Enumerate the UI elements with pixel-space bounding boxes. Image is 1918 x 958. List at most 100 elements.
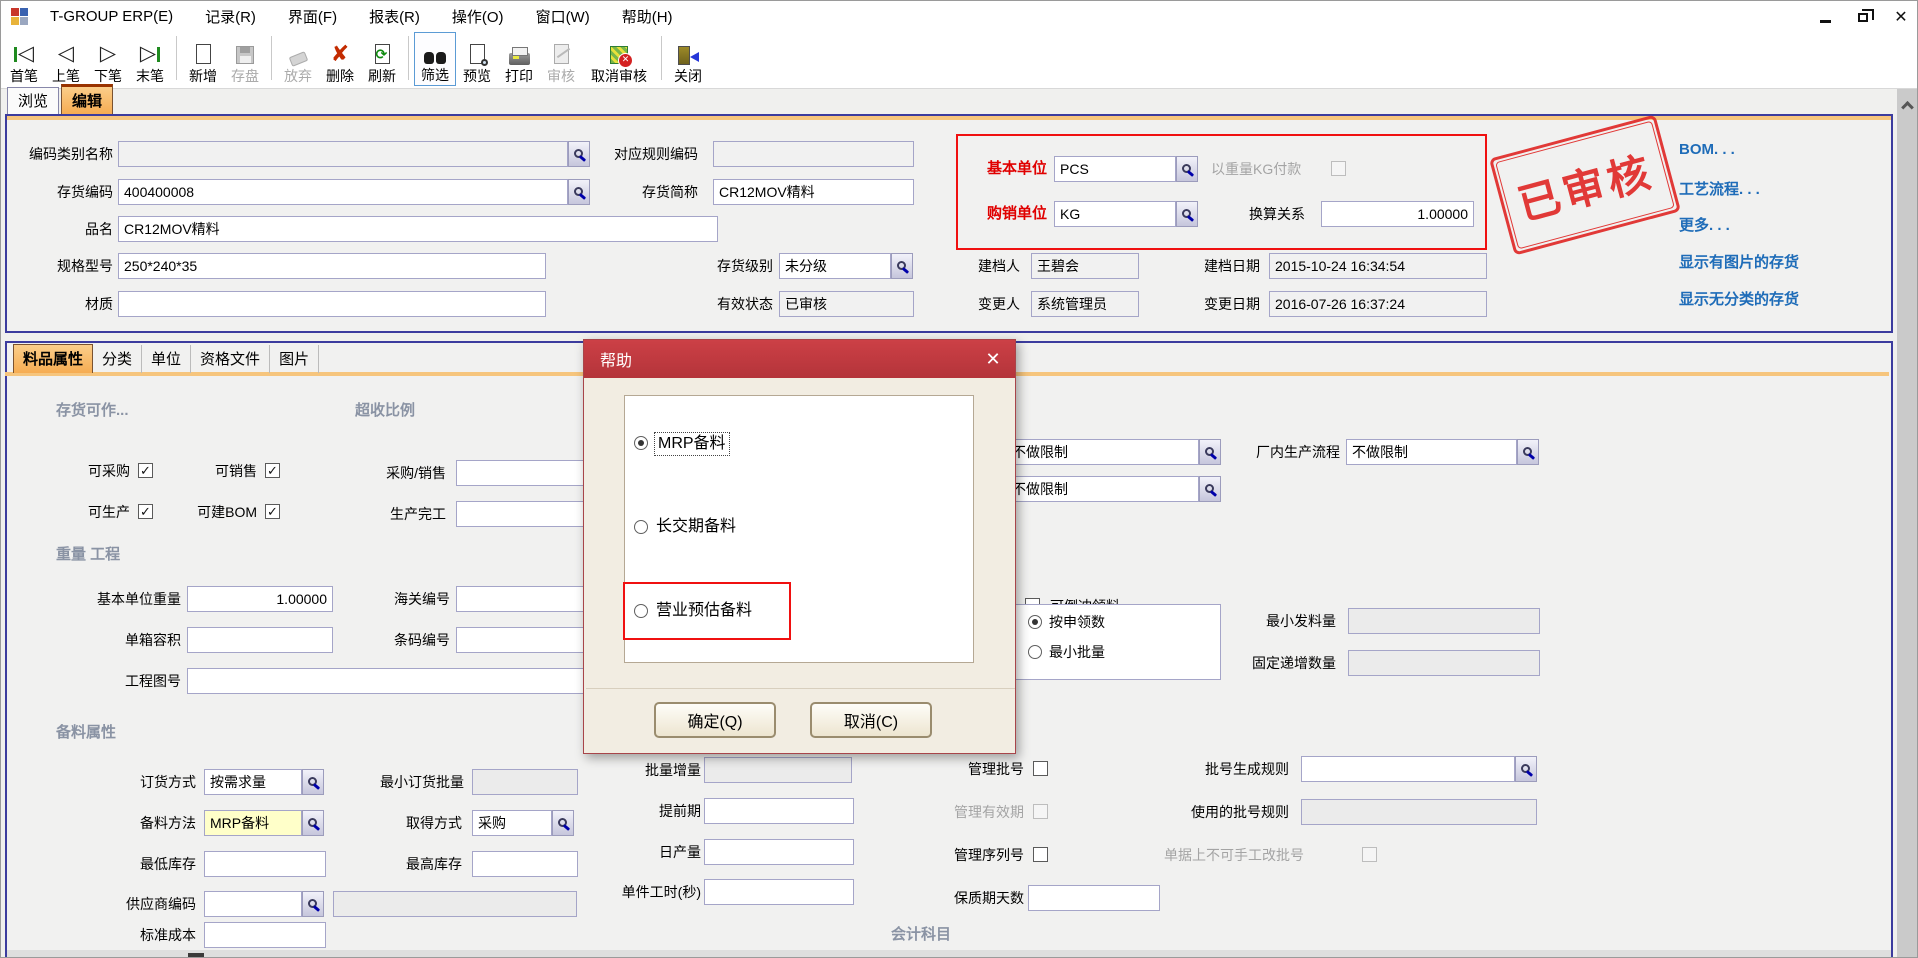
toolbar-button-prev[interactable]: ◁ 上笔 — [45, 32, 87, 86]
option-label-long-lead[interactable]: 长交期备料 — [656, 516, 736, 538]
dialog-titlebar[interactable]: 帮助 ✕ — [584, 340, 1015, 378]
box-volume-field[interactable] — [187, 627, 333, 653]
lookup-button[interactable] — [1176, 156, 1198, 182]
magnifier-icon — [1205, 447, 1214, 456]
ok-button[interactable]: 确定(Q) — [654, 702, 776, 738]
restriction-field-1[interactable]: 不做限制 — [1006, 439, 1199, 465]
option-highlight-box — [623, 582, 791, 640]
toolbar-button-filter[interactable]: 筛选 — [414, 32, 456, 86]
menu-item-app[interactable]: T-GROUP ERP(E) — [42, 8, 197, 25]
tab-qualification-files[interactable]: 资格文件 — [191, 345, 270, 373]
link-bom[interactable]: BOM. . . — [1679, 141, 1735, 158]
pay-by-kg-checkbox — [1331, 161, 1346, 176]
lookup-button[interactable] — [568, 179, 590, 205]
toolbar-button-cancel-audit[interactable]: 取消审核 — [582, 32, 656, 86]
toolbar-button-print[interactable]: 打印 — [498, 32, 540, 86]
code-category-field[interactable] — [118, 141, 568, 167]
conversion-field[interactable]: 1.00000 — [1321, 201, 1474, 227]
menu-item-report[interactable]: 报表(R) — [361, 6, 444, 27]
lead-time-field[interactable] — [704, 798, 854, 824]
manage-batch-checkbox[interactable] — [1033, 761, 1048, 776]
toolbar-button-delete[interactable]: ✘ 删除 — [319, 32, 361, 86]
sale-unit-field[interactable]: KG — [1054, 201, 1176, 227]
toolbar-button-preview[interactable]: 预览 — [456, 32, 498, 86]
vertical-scrollbar[interactable] — [1897, 89, 1917, 958]
link-more[interactable]: 更多. . . — [1679, 214, 1730, 235]
option-radio-long-lead[interactable] — [634, 520, 648, 534]
refresh-icon: ⟳ — [375, 40, 390, 68]
dialog-close-button[interactable]: ✕ — [971, 340, 1015, 378]
max-stock-field[interactable] — [472, 851, 578, 877]
tab-units[interactable]: 单位 — [142, 345, 191, 373]
menu-item-record[interactable]: 记录(R) — [197, 6, 280, 27]
inv-level-field[interactable]: 未分级 — [779, 253, 891, 279]
minimize-button[interactable] — [1817, 9, 1833, 25]
acquire-mode-field[interactable]: 采购 — [472, 810, 552, 836]
bomable-checkbox[interactable] — [265, 504, 280, 519]
base-weight-field[interactable]: 1.00000 — [187, 586, 333, 612]
prep-method-field[interactable]: MRP备料 — [204, 810, 302, 836]
rule-code-field[interactable] — [713, 141, 914, 167]
inv-code-field[interactable]: 400400008 — [118, 179, 568, 205]
link-show-unclassified[interactable]: 显示无分类的存货 — [1679, 288, 1799, 309]
lookup-button[interactable] — [552, 810, 574, 836]
min-stock-field[interactable] — [204, 851, 326, 877]
toolbar-button-last[interactable]: ▷ 末笔 — [129, 32, 171, 86]
order-mode-field[interactable]: 按需求量 — [204, 769, 302, 795]
daily-output-field[interactable] — [704, 839, 854, 865]
lookup-button[interactable] — [1515, 756, 1537, 782]
lookup-button[interactable] — [302, 769, 324, 795]
producible-checkbox[interactable] — [138, 504, 153, 519]
spec-field[interactable]: 250*240*35 — [118, 253, 546, 279]
lookup-button[interactable] — [1199, 476, 1221, 502]
lookup-button[interactable] — [891, 253, 913, 279]
cancel-button[interactable]: 取消(C) — [810, 702, 932, 738]
tab-images[interactable]: 图片 — [270, 345, 319, 373]
unit-hours-field[interactable] — [704, 879, 854, 905]
lookup-button[interactable] — [302, 891, 324, 917]
tab-browse[interactable]: 浏览 — [7, 87, 59, 114]
std-cost-field[interactable] — [204, 922, 326, 948]
base-unit-field[interactable]: PCS — [1054, 156, 1176, 182]
toolbar-button-first[interactable]: ◁ 首笔 — [3, 32, 45, 86]
toolbar-button-next[interactable]: ▷ 下笔 — [87, 32, 129, 86]
supplier-code-field[interactable] — [204, 891, 302, 917]
close-window-button[interactable]: ✕ — [1893, 9, 1909, 25]
scroll-up-button[interactable] — [1897, 93, 1917, 115]
tab-classification[interactable]: 分类 — [93, 345, 142, 373]
link-show-with-images[interactable]: 显示有图片的存货 — [1679, 251, 1799, 272]
link-process-flow[interactable]: 工艺流程. . . — [1679, 178, 1760, 199]
manage-serial-checkbox[interactable] — [1033, 847, 1048, 862]
batch-rule-field[interactable] — [1301, 756, 1515, 782]
lookup-button[interactable] — [1176, 201, 1198, 227]
shelf-days-field[interactable] — [1028, 885, 1160, 911]
menu-item-help[interactable]: 帮助(H) — [614, 6, 697, 27]
lookup-button[interactable] — [568, 141, 590, 167]
min-batch-radio[interactable] — [1028, 645, 1042, 659]
purchase-sale-ratio-label: 采购/销售 — [351, 460, 446, 486]
lookup-button[interactable] — [302, 810, 324, 836]
toolbar-button-refresh[interactable]: ⟳ 刷新 — [361, 32, 403, 86]
toolbar-button-close[interactable]: 关闭 — [667, 32, 709, 86]
option-radio-mrp[interactable] — [634, 436, 648, 450]
horizontal-scroll-strip[interactable] — [7, 950, 1891, 957]
menu-item-interface[interactable]: 界面(F) — [280, 6, 361, 27]
factory-flow-field[interactable]: 不做限制 — [1346, 439, 1517, 465]
menu-item-window[interactable]: 窗口(W) — [528, 6, 614, 27]
lookup-button[interactable] — [1517, 439, 1539, 465]
menu-item-operate[interactable]: 操作(O) — [444, 6, 528, 27]
restriction-field-2[interactable]: 不做限制 — [1006, 476, 1199, 502]
inv-short-field[interactable]: CR12MOV精料 — [713, 179, 914, 205]
purchasable-checkbox[interactable] — [138, 463, 153, 478]
binoculars-icon — [424, 39, 446, 67]
toolbar-button-new[interactable]: 新增 — [182, 32, 224, 86]
tab-edit[interactable]: 编辑 — [61, 84, 113, 114]
material-field[interactable] — [118, 291, 546, 317]
option-label-mrp[interactable]: MRP备料 — [654, 432, 730, 456]
sellable-checkbox[interactable] — [265, 463, 280, 478]
lookup-button[interactable] — [1199, 439, 1221, 465]
product-name-field[interactable]: CR12MOV精料 — [118, 216, 718, 242]
by-apply-radio[interactable] — [1028, 615, 1042, 629]
tab-item-attributes[interactable]: 料品属性 — [13, 344, 93, 373]
restore-button[interactable] — [1855, 9, 1871, 25]
